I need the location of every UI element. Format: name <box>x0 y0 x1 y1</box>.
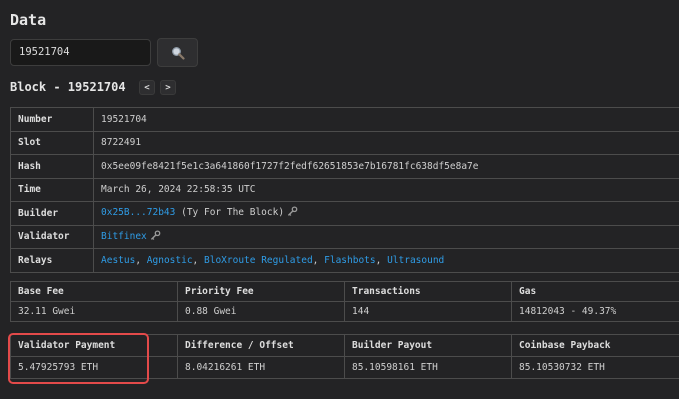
block-heading: Block - 19521704 <box>10 80 126 94</box>
gas-value: 14812043 - 49.37% <box>511 301 679 322</box>
priority-fee-value: 0.88 Gwei <box>177 301 345 322</box>
relay-link-ultrasound[interactable]: Ultrasound <box>387 255 444 266</box>
next-block-button[interactable]: > <box>160 80 176 95</box>
relay-separator: , <box>192 254 204 266</box>
table-header-row: Base Fee Priority Fee Transactions Gas <box>10 281 679 302</box>
validator-label: Validator <box>10 224 94 249</box>
relays-label: Relays <box>10 248 94 273</box>
transactions-header: Transactions <box>344 281 512 302</box>
page-title: Data <box>10 11 47 29</box>
base-fee-header: Base Fee <box>10 281 178 302</box>
base-fee-value: 32.11 Gwei <box>10 301 178 322</box>
hash-value: 0x5ee09fe8421f5e1c3a641860f1727f2fedf626… <box>93 154 679 179</box>
search-input[interactable]: 19521704 <box>10 39 151 66</box>
table-row: Relays Aestus, Agnostic, BloXroute Regul… <box>10 248 679 273</box>
hash-label: Hash <box>10 154 94 179</box>
time-value: March 26, 2024 22:58:35 UTC <box>93 177 679 202</box>
table-row: Hash 0x5ee09fe8421f5e1c3a641860f1727f2fe… <box>10 154 679 179</box>
slot-value: 8722491 <box>93 130 679 155</box>
key-icon[interactable] <box>150 230 161 244</box>
prev-block-button[interactable]: < <box>139 80 155 95</box>
table-row: Number 19521704 <box>10 107 679 132</box>
table-row: Builder 0x25B...72b43 (Ty For The Block) <box>10 201 679 226</box>
relay-separator: , <box>135 254 147 266</box>
table-row: Slot 8722491 <box>10 130 679 155</box>
builder-payout-value: 85.10598161 ETH <box>344 356 512 379</box>
number-value: 19521704 <box>93 107 679 132</box>
difference-offset-header: Difference / Offset <box>177 334 345 357</box>
coinbase-payback-value: 85.10530732 ETH <box>511 356 679 379</box>
table-row: Time March 26, 2024 22:58:35 UTC <box>10 177 679 202</box>
table-row: 32.11 Gwei 0.88 Gwei 144 14812043 - 49.3… <box>10 301 679 322</box>
relay-separator: , <box>312 254 325 266</box>
transactions-value: 144 <box>344 301 512 322</box>
number-label: Number <box>10 107 94 132</box>
relay-link-aestus[interactable]: Aestus <box>101 255 135 266</box>
page: Data 19521704 Block - 19521704 < > Numbe… <box>0 0 679 399</box>
search-button[interactable] <box>157 38 198 67</box>
priority-fee-header: Priority Fee <box>177 281 345 302</box>
table-row: Validator Bitfinex <box>10 224 679 249</box>
builder-payout-header: Builder Payout <box>344 334 512 357</box>
coinbase-payback-header: Coinbase Payback <box>511 334 679 357</box>
builder-note: (Ty For The Block) <box>181 207 285 219</box>
relays-value: Aestus, Agnostic, BloXroute Regulated, F… <box>93 248 679 273</box>
relay-separator: , <box>375 254 388 266</box>
block-info-table: Number 19521704 Slot 8722491 Hash 0x5ee0… <box>10 107 679 273</box>
difference-offset-value: 8.04216261 ETH <box>177 356 345 379</box>
relay-link-flashbots[interactable]: Flashbots <box>324 255 375 266</box>
validator-value: Bitfinex <box>93 224 679 249</box>
relay-link-agnostic[interactable]: Agnostic <box>147 255 193 266</box>
builder-value: 0x25B...72b43 (Ty For The Block) <box>93 201 679 226</box>
validator-link[interactable]: Bitfinex <box>101 231 147 242</box>
key-icon[interactable] <box>287 206 298 220</box>
validator-payment-highlight <box>8 333 149 384</box>
time-label: Time <box>10 177 94 202</box>
builder-label: Builder <box>10 201 94 226</box>
slot-label: Slot <box>10 130 94 155</box>
relay-link-bloxroute-regulated[interactable]: BloXroute Regulated <box>204 255 313 266</box>
search-icon <box>172 47 185 60</box>
gas-header: Gas <box>511 281 679 302</box>
block-stats-table: Base Fee Priority Fee Transactions Gas 3… <box>10 281 679 322</box>
builder-address-link[interactable]: 0x25B...72b43 <box>101 207 175 218</box>
